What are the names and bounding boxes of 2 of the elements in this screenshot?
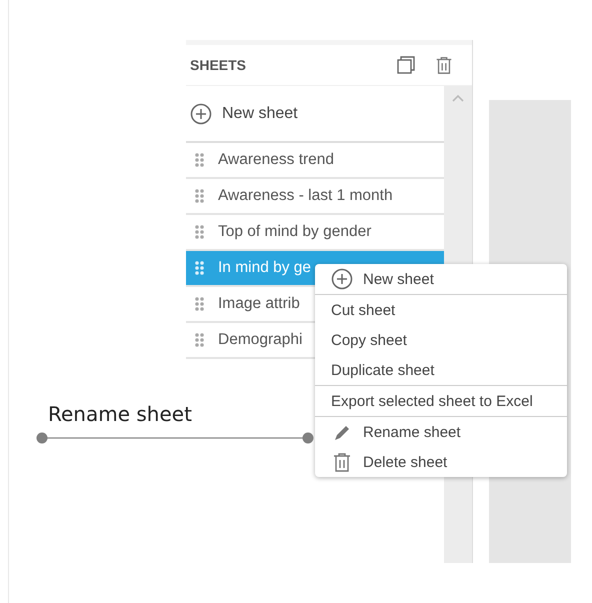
panel-title: SHEETS bbox=[190, 57, 248, 73]
annotation-label: Rename sheet bbox=[48, 402, 192, 426]
